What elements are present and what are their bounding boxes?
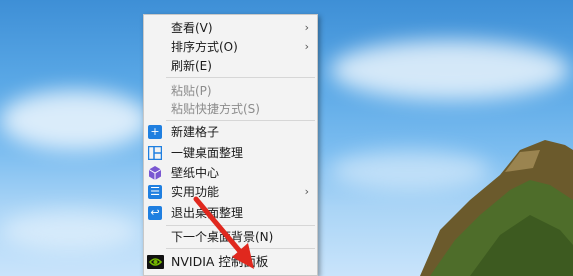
plus-icon: + [148,125,162,139]
chevron-right-icon: › [304,40,309,53]
menu-item-view[interactable]: 查看(V) › [144,18,317,38]
menu-item-next-background[interactable]: 下一个桌面背景(N) [144,227,317,247]
menu-separator [166,248,315,249]
menu-item-label: 刷新(E) [171,59,212,73]
menu-item-utilities[interactable]: ☰ 实用功能 › [144,182,317,202]
menu-item-organize-desktop[interactable]: 一键桌面整理 [144,143,317,163]
menu-item-sort-by[interactable]: 排序方式(O) › [144,37,317,57]
menu-item-exit-organize[interactable]: ↩ 退出桌面整理 [144,203,317,223]
cube-icon [148,166,162,180]
menu-item-paste-shortcut: 粘贴快捷方式(S) [144,99,317,119]
list-icon: ☰ [148,185,162,199]
menu-item-label: 查看(V) [171,21,213,35]
menu-separator [166,225,315,226]
menu-item-label: 新建格子 [171,125,220,139]
chevron-right-icon: › [304,21,309,34]
menu-item-label: 一键桌面整理 [171,146,244,160]
menu-item-label: 壁纸中心 [171,166,220,180]
desktop-context-menu: 查看(V) › 排序方式(O) › 刷新(E) 粘贴(P) 粘贴快捷方式(S) … [143,14,318,276]
grid-layout-icon [147,145,163,161]
menu-separator [166,77,315,78]
menu-item-label: 粘贴快捷方式(S) [171,102,260,116]
menu-item-refresh[interactable]: 刷新(E) [144,56,317,76]
menu-item-label: 排序方式(O) [171,40,238,54]
menu-item-label: NVIDIA 控制面板 [171,254,269,269]
menu-separator [166,120,315,121]
menu-item-nvidia-control-panel[interactable]: NVIDIA 控制面板 [144,252,317,272]
menu-item-label: 实用功能 [171,185,220,199]
chevron-right-icon: › [304,185,309,198]
menu-item-new-grid[interactable]: + 新建格子 [144,122,317,142]
nvidia-icon [147,255,164,269]
menu-item-label: 下一个桌面背景(N) [171,230,274,244]
menu-item-label: 退出桌面整理 [171,206,244,220]
exit-icon: ↩ [148,206,162,220]
menu-item-paste: 粘贴(P) [144,81,317,101]
menu-item-label: 粘贴(P) [171,84,212,98]
menu-item-wallpaper-center[interactable]: 壁纸中心 [144,163,317,183]
